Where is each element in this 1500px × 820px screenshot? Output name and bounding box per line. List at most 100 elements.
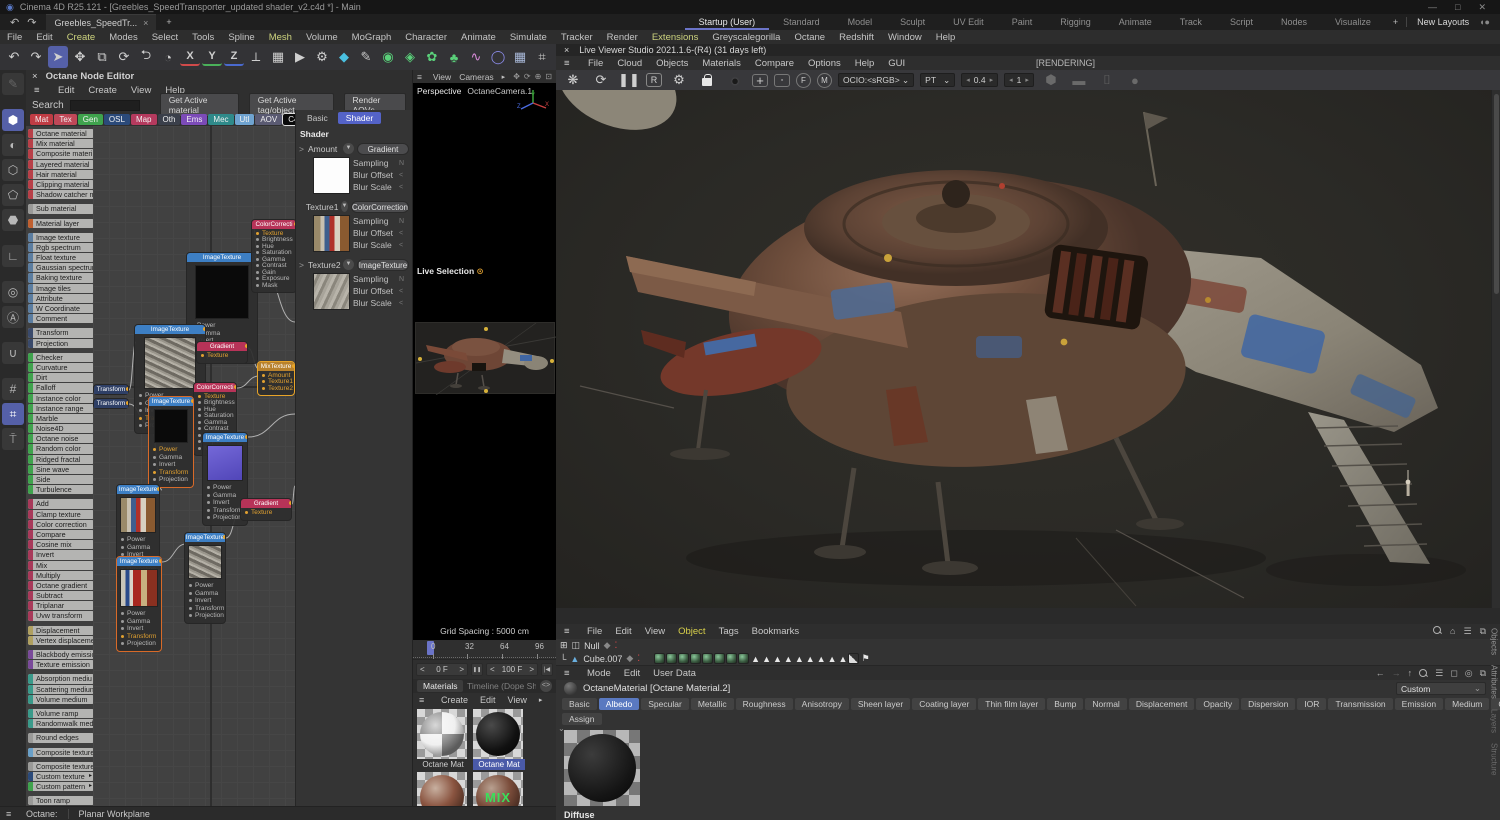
node-output-port[interactable]	[245, 344, 247, 348]
menu-animate[interactable]: Animate	[454, 32, 503, 43]
node-type-float-texture[interactable]: Float texture	[28, 253, 94, 262]
scale-icon[interactable]: ⧉	[92, 46, 112, 68]
om-menu-object[interactable]: Object	[678, 626, 705, 637]
region-render-icon[interactable]: R	[646, 73, 662, 87]
node-port-power[interactable]: Power	[207, 484, 247, 492]
axis-z[interactable]: Z	[224, 48, 244, 66]
menu-more-icon[interactable]: ▸	[539, 696, 543, 704]
node-type-absorption-mediu[interactable]: Absorption mediu	[28, 674, 94, 683]
menu-greyscalegorilla[interactable]: Greyscalegorilla	[705, 32, 787, 43]
node-type-color-correction[interactable]: Color correction	[28, 520, 94, 529]
mograph-icon[interactable]: ◉	[378, 46, 398, 68]
polygons-mode-icon[interactable]: ⬣	[2, 209, 24, 231]
node-output-port[interactable]	[245, 435, 247, 439]
lv-menu-help[interactable]: Help	[855, 58, 875, 69]
hamburger-icon[interactable]: ≡	[419, 695, 429, 705]
expander-icon[interactable]: ⊞	[560, 640, 568, 651]
search-input[interactable]	[70, 100, 140, 111]
om-menu-bookmarks[interactable]: Bookmarks	[752, 626, 800, 637]
points-mode-icon[interactable]: ⬡	[2, 159, 24, 181]
om-menu-tags[interactable]: Tags	[719, 626, 739, 637]
slot-expander-icon[interactable]: >	[299, 260, 305, 270]
slot-dropdown-icon[interactable]: ▼	[341, 201, 348, 212]
goto-start-button[interactable]: |◀	[541, 663, 553, 676]
slot-prop-blur-offset[interactable]: Blur Offset<	[353, 227, 409, 239]
triangle-tag[interactable]: ▲	[839, 654, 848, 664]
slot-type-button[interactable]: ImageTexture	[357, 259, 409, 271]
node-output-port[interactable]	[289, 501, 291, 505]
layout-toggle[interactable]: ◖●	[1479, 17, 1500, 27]
menu-window[interactable]: Window	[881, 32, 929, 43]
triangle-tag[interactable]: ▲	[762, 654, 771, 664]
node-port-projection[interactable]: Projection	[189, 612, 225, 620]
category-chip-oth[interactable]: Oth	[158, 114, 181, 125]
array-icon[interactable]: ▦	[510, 46, 530, 68]
node-type-custom-texture[interactable]: Custom texture▸	[28, 772, 94, 781]
triangle-tag[interactable]: ▲	[817, 654, 826, 664]
live-viewer-close-icon[interactable]: ×	[564, 45, 569, 55]
filter-icon[interactable]: ☰	[1463, 626, 1471, 637]
node-type-octane-gradient[interactable]: Octane gradient	[28, 581, 94, 590]
redo-icon[interactable]: ↷	[26, 46, 46, 68]
camera-ghost-icon[interactable]: ⌷	[1096, 69, 1118, 91]
material-tag[interactable]	[714, 653, 725, 664]
minimize-button[interactable]: —	[1428, 2, 1437, 13]
menu-volume[interactable]: Volume	[299, 32, 345, 43]
spline-pen-icon[interactable]: ✎	[356, 46, 376, 68]
hamburger-icon[interactable]: ≡	[417, 72, 425, 82]
lv-menu-compare[interactable]: Compare	[755, 58, 794, 69]
graph-node-colorcorrecti-1[interactable]: ColorCorrectiTextureBrightnessHueSaturat…	[251, 219, 297, 293]
kernel-dropdown[interactable]: PT ⌄	[920, 73, 955, 87]
hamburger-icon[interactable]: ≡	[34, 85, 44, 96]
menu-tools[interactable]: Tools	[185, 32, 221, 43]
menu-file[interactable]: File	[0, 32, 29, 43]
slot-prop-blur-scale[interactable]: Blur Scale<	[353, 297, 409, 309]
material-picker-icon[interactable]: M	[817, 73, 832, 88]
graph-node-transform-5[interactable]: Transform	[93, 384, 129, 395]
volume-icon[interactable]: ◈	[400, 46, 420, 68]
slot-prop-sampling[interactable]: SamplingN	[353, 215, 409, 227]
triangle-tag[interactable]: ▲	[751, 654, 760, 664]
channel-tab-medium[interactable]: Medium	[1445, 698, 1489, 710]
node-type-w-coordinate[interactable]: W Coordinate	[28, 304, 94, 313]
clay-sphere-icon[interactable]: ●	[724, 69, 746, 91]
node-type-material-layer[interactable]: Material layer	[28, 219, 94, 228]
node-type-image-tiles[interactable]: Image tiles	[28, 284, 94, 293]
materials-tab-materials[interactable]: Materials	[417, 680, 463, 692]
node-type-turbulence[interactable]: Turbulence	[28, 485, 94, 494]
lv-menu-options[interactable]: Options	[808, 58, 841, 69]
timeline-ruler[interactable]: 0326496	[413, 640, 556, 660]
node-type-volume-ramp[interactable]: Volume ramp	[28, 709, 94, 718]
slot-prop-sampling[interactable]: SamplingN	[353, 157, 409, 169]
search-icon[interactable]	[1419, 669, 1428, 678]
fwd-arrow-icon[interactable]: →	[1392, 668, 1401, 678]
node-type-scattering-mediun[interactable]: Scattering mediun	[28, 685, 94, 694]
material-tag[interactable]	[702, 653, 713, 664]
menu-more-icon[interactable]: ▸	[502, 73, 506, 81]
material-tag[interactable]	[738, 653, 749, 664]
node-type-random-color[interactable]: Random color	[28, 444, 94, 453]
visibility-dots[interactable]: ◆	[626, 653, 633, 664]
material-tag[interactable]	[690, 653, 701, 664]
back-arrow-icon[interactable]: ←	[1376, 668, 1385, 678]
model-mode-icon[interactable]: ⬢	[2, 109, 24, 131]
add-layout-button[interactable]: +	[1385, 17, 1406, 27]
node-port-power[interactable]: Power	[189, 582, 225, 590]
edges-mode-icon[interactable]: ⬠	[2, 184, 24, 206]
node-type-clipping-material[interactable]: Clipping material	[28, 180, 94, 189]
node-type-dirt[interactable]: Dirt	[28, 373, 94, 382]
node-type-sub-material[interactable]: Sub material	[28, 204, 94, 213]
new-document-tab-button[interactable]: +	[156, 17, 181, 27]
channel-tab-anisotropy[interactable]: Anisotropy	[795, 698, 849, 710]
add-render-target-icon[interactable]: +	[752, 74, 768, 87]
om-menu-edit[interactable]: Edit	[615, 626, 631, 637]
layout-tab-visualize[interactable]: Visualize	[1321, 14, 1385, 30]
node-type-clamp-texture[interactable]: Clamp texture	[28, 510, 94, 519]
node-port-power[interactable]: Power	[121, 610, 161, 618]
node-type-sine-wave[interactable]: Sine wave	[28, 465, 94, 474]
texture-mode-icon[interactable]: ◐	[2, 134, 24, 156]
layout-tab-track[interactable]: Track	[1166, 14, 1216, 30]
slot-thumbnail[interactable]	[313, 157, 350, 194]
graph-node-imagetexture-12[interactable]: ImageTexturePowerGammaInvertTransformPro…	[184, 532, 226, 624]
materials-menu-create[interactable]: Create	[441, 695, 468, 705]
